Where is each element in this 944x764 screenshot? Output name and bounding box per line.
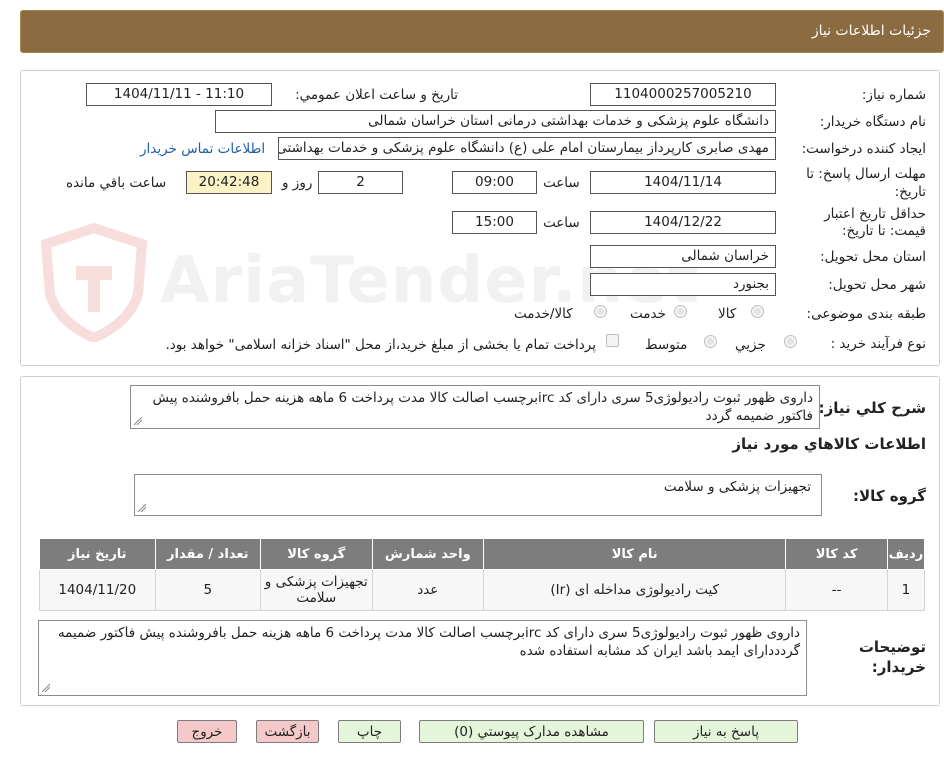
announce-field: 1404/11/11 - 11:10 (86, 83, 272, 106)
cell-unit: عدد (371, 569, 485, 611)
goods-table: رديف کد کالا نام کالا واحد شمارش گروه کا… (39, 538, 926, 611)
summary-label: شرح کلي نياز: (818, 399, 926, 417)
need-number-label: شماره نیاز: (861, 87, 926, 103)
reply-deadline-label-text: مهلت ارسال پاسخ: تا تاریخ: (806, 166, 926, 200)
cell-code: -- (785, 569, 888, 611)
watermark-shield-icon (40, 222, 148, 342)
city-label: شهر محل تحویل: (828, 277, 926, 293)
validity-label: حداقل تاریخ اعتبار قیمت: تا تاریخ: (786, 206, 926, 240)
category-option-goods: کالا (718, 306, 737, 322)
validity-time-field: 15:00 (452, 211, 537, 234)
validity-time-label: ساعت (543, 215, 580, 231)
buyer-org-field: دانشگاه علوم پزشکی و خدمات بهداشتی درمان… (215, 110, 776, 133)
buyer-notes-textarea[interactable]: داروی ظهور ثبوت رادیولوژی5 سری دارای کد … (38, 620, 807, 696)
col-need-date: تاريخ نياز (39, 538, 156, 570)
city-field: بجنورد (590, 273, 776, 296)
col-name: نام کالا (483, 538, 787, 570)
table-row: 1 -- کیت رادیولوژی مداخله ای (Ir) عدد تج… (39, 569, 926, 611)
cell-group: تجهیزات پزشکی و سلامت (260, 569, 373, 611)
requester-label: ايجاد کننده درخواست: (801, 141, 926, 157)
remaining-label: ساعت باقي مانده (66, 175, 167, 191)
page-header: جزئیات اطلاعات نیاز (20, 10, 944, 53)
category-option-goods-service: کالا/خدمت (514, 306, 573, 322)
process-radio-medium[interactable] (704, 335, 717, 348)
process-option-medium: متوسط (645, 337, 688, 353)
summary-textarea[interactable]: داروی ظهور ثبوت رادیولوژی5 سری دارای کد … (130, 385, 820, 429)
goods-section-title: اطلاعات کالاهاي مورد نياز (732, 435, 926, 453)
process-label: نوع فرآیند خرید : (830, 336, 926, 352)
print-button[interactable]: چاپ (338, 720, 401, 743)
reply-deadline-label: مهلت ارسال پاسخ: تا تاریخ: (786, 165, 926, 201)
goods-group-label: گروه کالا: (853, 487, 926, 505)
resize-grip-icon[interactable] (42, 684, 50, 692)
reply-date-field: 1404/11/14 (590, 171, 776, 194)
province-field: خراسان شمالی (590, 245, 776, 268)
col-group: گروه کالا (260, 538, 373, 570)
back-button[interactable]: بازگشت (256, 720, 319, 743)
buyer-notes-label: توضيحات خريدار: (836, 637, 926, 677)
col-code: کد کالا (785, 538, 888, 570)
requester-field: مهدی صابری کارپرداز بیمارستان امام علی (… (278, 137, 776, 160)
category-option-service: خدمت (630, 306, 666, 322)
cell-name: کیت رادیولوژی مداخله ای (Ir) (483, 569, 787, 611)
exit-button[interactable]: خروج (177, 720, 237, 743)
remaining-time-field: 20:42:48 (186, 171, 272, 194)
category-label: طبقه بندی موضوعی: (806, 306, 926, 322)
payment-note: پرداخت تمام یا بخشی از مبلغ خرید،از محل … (165, 337, 596, 353)
category-radio-goods-service[interactable] (594, 305, 607, 318)
category-radio-service[interactable] (674, 305, 687, 318)
attachments-button[interactable]: مشاهده مدارک پيوستي (0) (419, 720, 644, 743)
watermark: AriaTender.net (20, 222, 699, 342)
col-unit: واحد شمارش (371, 538, 485, 570)
reply-time-label: ساعت (543, 175, 580, 191)
col-quantity: تعداد / مقدار (154, 538, 262, 570)
remaining-days-field: 2 (318, 171, 403, 194)
cell-need-date: 1404/11/20 (39, 569, 156, 611)
goods-table-header: رديف کد کالا نام کالا واحد شمارش گروه کا… (39, 538, 926, 570)
validity-date-field: 1404/12/22 (590, 211, 776, 234)
resize-grip-icon[interactable] (134, 417, 142, 425)
province-label: استان محل تحویل: (820, 249, 926, 265)
treasury-payment-checkbox[interactable] (606, 334, 619, 347)
cell-quantity: 5 (154, 569, 262, 611)
goods-group-textarea[interactable]: تجهیزات پزشکی و سلامت (134, 474, 822, 516)
validity-label-text: حداقل تاریخ اعتبار قیمت: تا تاریخ: (824, 206, 926, 239)
cell-row: 1 (886, 569, 926, 611)
days-label: روز و (282, 175, 313, 191)
buyer-org-label: نام دستگاه خريدار: (819, 114, 926, 130)
category-radio-goods[interactable] (751, 305, 764, 318)
col-row: رديف (886, 538, 926, 570)
page-title: جزئیات اطلاعات نیاز (811, 23, 931, 39)
announce-label: تاریخ و ساعت اعلان عمومي: (295, 87, 458, 103)
buyer-contact-link[interactable]: اطلاعات تماس خريدار (140, 141, 265, 157)
process-option-minor: جزيي (735, 337, 766, 353)
reply-button[interactable]: پاسخ به نياز (654, 720, 798, 743)
reply-time-field: 09:00 (452, 171, 537, 194)
need-number-field: 1104000257005210 (590, 83, 776, 106)
process-radio-minor[interactable] (784, 335, 797, 348)
resize-grip-icon[interactable] (138, 504, 146, 512)
buyer-notes-label-text: توضيحات خريدار: (858, 638, 926, 676)
